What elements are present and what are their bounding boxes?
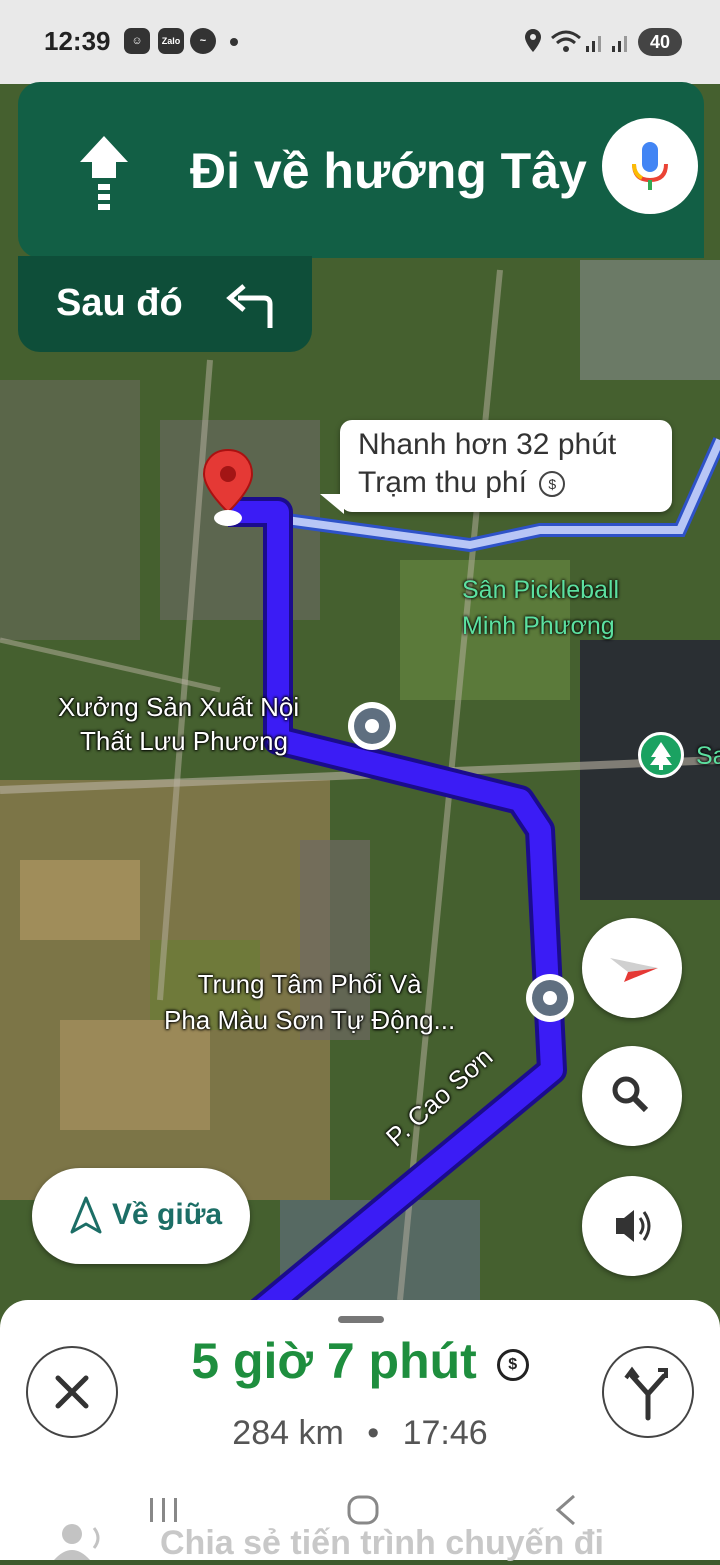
trip-distance: 284 km bbox=[232, 1414, 344, 1452]
edge-label: Sa bbox=[696, 742, 720, 770]
callout-toll-row: Trạm thu phí $ bbox=[358, 466, 566, 500]
zalo-icon: Zalo bbox=[158, 28, 184, 54]
recent-apps-button[interactable] bbox=[148, 1496, 180, 1529]
home-button[interactable] bbox=[346, 1494, 380, 1531]
search-icon bbox=[612, 1076, 649, 1113]
location-icon bbox=[524, 28, 542, 59]
microphone-icon bbox=[632, 142, 668, 190]
signal-1-icon bbox=[584, 30, 606, 59]
signal-2-icon bbox=[610, 30, 632, 59]
direction-text: Đi về hướng Tây bbox=[190, 143, 587, 199]
place-pin-1-icon[interactable] bbox=[348, 702, 396, 750]
turn-left-icon bbox=[224, 282, 280, 337]
destination-pin-icon[interactable] bbox=[200, 448, 256, 528]
trip-separator: • bbox=[367, 1414, 380, 1452]
callout-tail bbox=[320, 494, 344, 514]
park-label-line1: Sân Pickleball bbox=[462, 576, 620, 604]
route-fork-icon bbox=[624, 1366, 668, 1421]
callout-toll-text: Trạm thu phí bbox=[358, 466, 527, 499]
compass-button[interactable] bbox=[582, 918, 682, 1018]
place-pin-2-icon[interactable] bbox=[526, 974, 574, 1022]
place-label-2-line2: Pha Màu Sơn Tự Động... bbox=[164, 1005, 456, 1035]
smiley-icon: ☺ bbox=[124, 28, 150, 54]
next-maneuver-banner[interactable]: Sau đó bbox=[18, 256, 312, 352]
navigation-banner[interactable]: Đi về hướng Tây bbox=[18, 82, 704, 258]
straight-arrow-icon bbox=[76, 134, 132, 217]
notification-dot-icon bbox=[230, 38, 238, 46]
messenger-icon: ~ bbox=[190, 28, 216, 54]
volume-icon bbox=[616, 1210, 651, 1242]
battery-indicator: 40 bbox=[638, 28, 682, 56]
status-time: 12:39 bbox=[44, 26, 111, 56]
recenter-button[interactable]: Về giữa bbox=[32, 1168, 250, 1264]
status-bar: 12:39 ☺ Zalo ~ 40 bbox=[0, 0, 720, 84]
toll-icon: $ bbox=[496, 1348, 529, 1381]
recenter-label: Về giữa bbox=[112, 1198, 223, 1231]
place-label-2[interactable]: Trung Tâm Phối Và Pha Màu Sơn Tự Động... bbox=[164, 966, 455, 1038]
wifi-icon bbox=[550, 28, 582, 59]
park-label-line2: Minh Phương bbox=[462, 612, 615, 640]
alternate-route-callout[interactable]: Nhanh hơn 32 phút Trạm thu phí $ bbox=[340, 420, 672, 512]
back-button[interactable] bbox=[554, 1494, 578, 1531]
search-along-route-button[interactable] bbox=[582, 1046, 682, 1146]
exit-navigation-button[interactable] bbox=[26, 1346, 118, 1438]
navigation-arrow-icon bbox=[70, 1196, 102, 1234]
toll-info-icon: $ bbox=[539, 471, 566, 498]
compass-icon bbox=[610, 958, 658, 982]
sheet-drag-handle[interactable] bbox=[338, 1316, 384, 1323]
system-nav-bar bbox=[0, 1480, 720, 1540]
voice-search-button[interactable] bbox=[602, 118, 698, 214]
place-label-1-line1: Xưởng Sản Xuất Nội bbox=[58, 692, 300, 722]
sound-button[interactable] bbox=[582, 1176, 682, 1276]
then-label: Sau đó bbox=[56, 282, 183, 324]
close-icon bbox=[55, 1375, 89, 1409]
callout-faster-text: Nhanh hơn 32 phút bbox=[358, 428, 617, 461]
arrival-time: 17:46 bbox=[402, 1414, 488, 1452]
place-label-1-line2: Thất Lưu Phương bbox=[80, 726, 288, 756]
place-label-2-line1: Trung Tâm Phối Và bbox=[197, 969, 422, 999]
tree-icon[interactable] bbox=[638, 732, 684, 778]
eta-duration: 5 giờ 7 phút bbox=[191, 1333, 477, 1389]
alternate-routes-button[interactable] bbox=[602, 1346, 694, 1438]
place-label-1[interactable]: Xưởng Sản Xuất Nội Thất Lưu Phương bbox=[58, 690, 299, 758]
park-label[interactable]: Sân Pickleball Minh Phương bbox=[462, 572, 619, 644]
